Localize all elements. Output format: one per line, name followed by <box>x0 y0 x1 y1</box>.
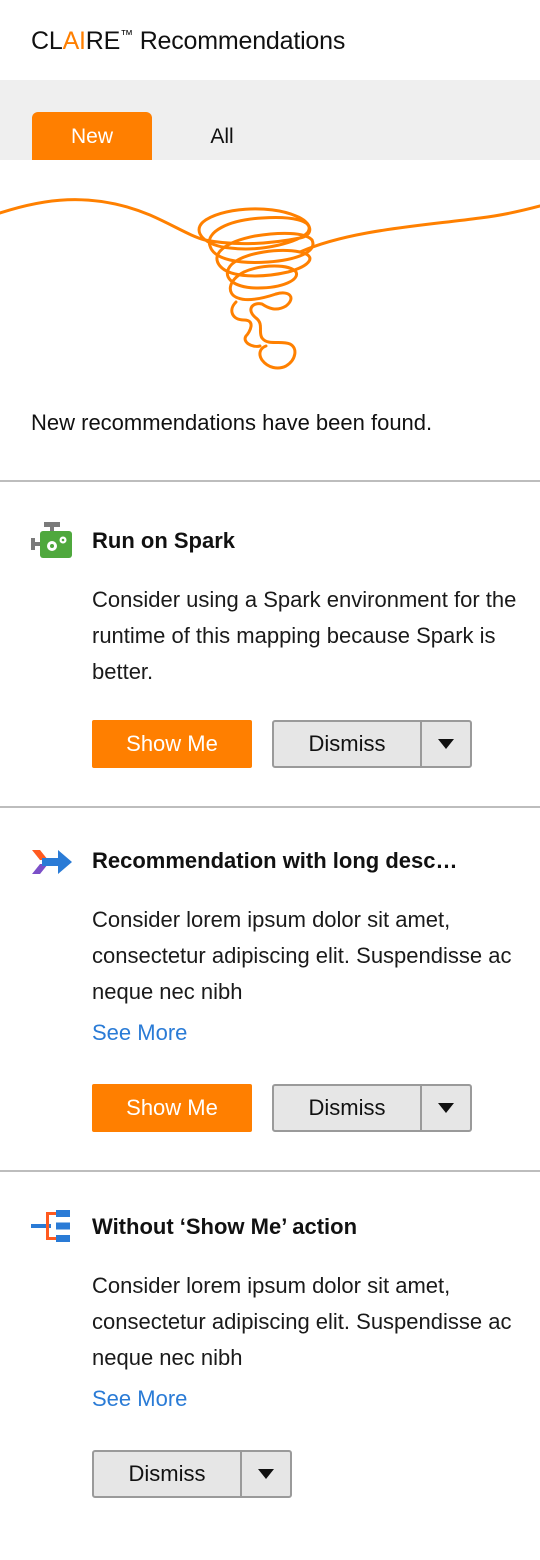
recommendation-title: Run on Spark <box>92 528 236 553</box>
recommendation-title: Without ‘Show Me’ action <box>92 1214 358 1239</box>
tab-new[interactable]: New <box>32 112 152 160</box>
chevron-down-icon <box>258 1469 274 1479</box>
tab-bar: New All <box>0 80 540 160</box>
panel-header: CLAIRE™ Recommendations <box>0 0 540 80</box>
dismiss-split-button: Dismiss <box>92 1450 292 1498</box>
section-divider <box>0 480 540 482</box>
dismiss-dropdown-toggle[interactable] <box>422 1086 470 1130</box>
section-divider <box>0 1170 540 1172</box>
title-rest: Recommendations <box>132 27 346 55</box>
show-me-button[interactable]: Show Me <box>92 1084 252 1132</box>
recommendation-description: Consider lorem ipsum dolor sit amet, con… <box>92 907 512 1004</box>
title-suffix: RE <box>85 27 121 55</box>
hierarchy-icon <box>31 1210 70 1242</box>
recommendation-title: Recommendation with long desc… <box>92 848 458 873</box>
dismiss-button[interactable]: Dismiss <box>274 722 422 766</box>
spark-engine-icon <box>31 522 72 558</box>
panel-title: CLAIRE™ Recommendations <box>31 27 345 56</box>
dismiss-dropdown-toggle[interactable] <box>242 1452 290 1496</box>
see-more-link[interactable]: See More <box>92 1020 187 1046</box>
new-recommendations-message: New recommendations have been found. <box>31 410 433 435</box>
chevron-down-icon <box>438 739 454 749</box>
show-me-button[interactable]: Show Me <box>92 720 252 768</box>
chevron-down-icon <box>438 1103 454 1113</box>
see-more-link[interactable]: See More <box>92 1386 187 1412</box>
merge-arrow-icon <box>32 850 72 874</box>
dismiss-split-button: Dismiss <box>272 1084 472 1132</box>
title-prefix: CL <box>31 27 63 55</box>
dismiss-button[interactable]: Dismiss <box>94 1452 242 1496</box>
section-divider <box>0 806 540 808</box>
dismiss-dropdown-toggle[interactable] <box>422 722 470 766</box>
recommendation-description: Consider using a Spark environment for t… <box>92 587 517 684</box>
recommendation-description: Consider lorem ipsum dolor sit amet, con… <box>92 1273 512 1370</box>
dismiss-split-button: Dismiss <box>272 720 472 768</box>
trademark-symbol: ™ <box>120 27 133 42</box>
dismiss-button[interactable]: Dismiss <box>274 1086 422 1130</box>
tornado-swirl-illustration <box>0 198 540 370</box>
title-ai: AI <box>62 27 86 55</box>
tab-all[interactable]: All <box>172 112 272 160</box>
